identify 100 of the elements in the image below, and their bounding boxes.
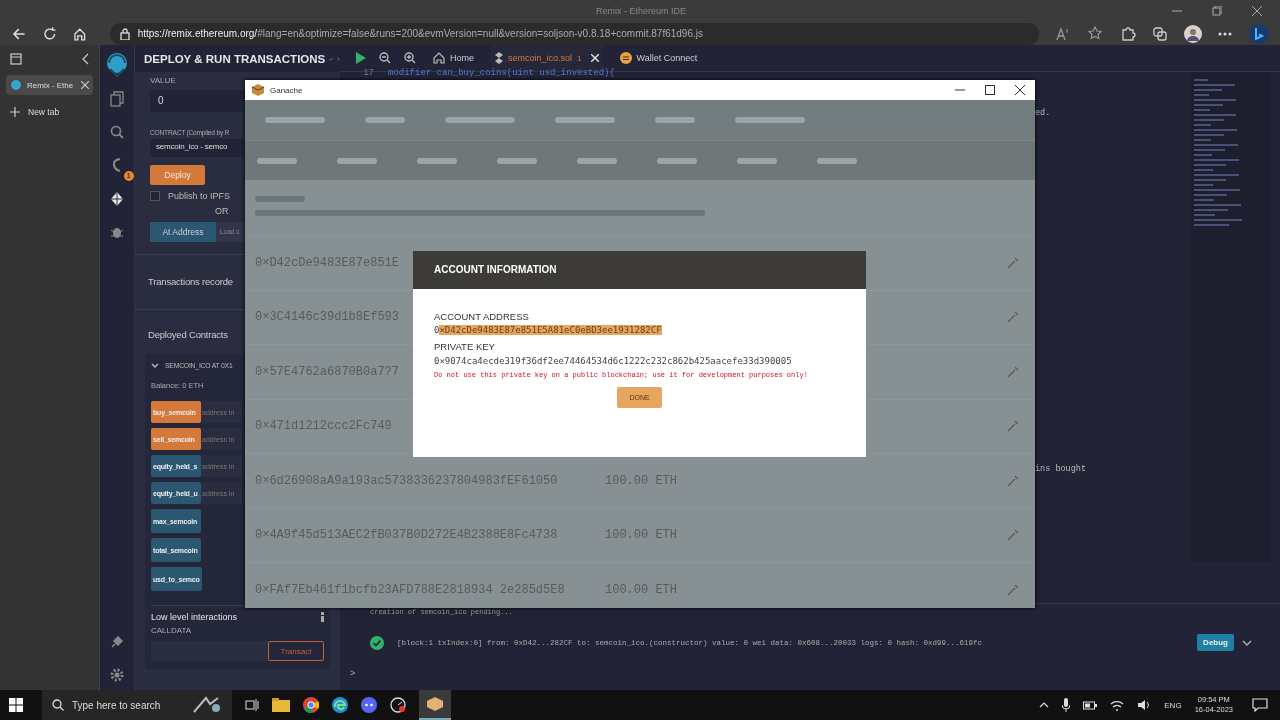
collapse-icon[interactable] <box>81 53 89 65</box>
blurred-text <box>257 157 297 164</box>
caret-icon[interactable] <box>151 362 159 369</box>
tab-actions-icon[interactable] <box>10 53 22 65</box>
browser-tab[interactable]: Remix - Ethe <box>6 75 93 95</box>
ganache-taskbar-button[interactable] <box>419 690 451 720</box>
blurred-text <box>365 117 405 123</box>
blurred-text <box>445 117 515 123</box>
contract-select[interactable]: semcoin_ico - semco <box>150 139 244 157</box>
checkbox-label: Publish to IPFS <box>168 191 231 201</box>
collections-icon[interactable] <box>1152 25 1168 42</box>
dialog-title: ACCOUNT INFORMATION <box>413 251 866 289</box>
close-icon[interactable] <box>1015 85 1025 95</box>
wifi-icon[interactable] <box>1110 699 1125 711</box>
field-label: PRIVATE KEY <box>434 341 495 352</box>
terminal-prompt[interactable]: > <box>350 669 1280 679</box>
reload-icon[interactable] <box>42 26 57 41</box>
maximize-icon[interactable] <box>985 85 995 95</box>
discord-icon[interactable] <box>361 697 377 713</box>
ganache-icon <box>252 84 264 96</box>
zoom-out-icon[interactable] <box>379 52 391 64</box>
task-view-icon[interactable] <box>245 698 259 712</box>
blurred-text <box>255 196 305 202</box>
notification-badge: 1 <box>123 171 134 181</box>
blurred-text <box>497 157 537 164</box>
lock-icon <box>119 27 130 40</box>
taskbar-search[interactable]: Type here to search <box>42 690 232 720</box>
home-icon <box>433 52 445 64</box>
blurred-text <box>265 117 325 123</box>
edge-icon[interactable] <box>332 697 348 713</box>
chevron-up-icon[interactable] <box>1039 702 1050 708</box>
blurred-text <box>657 157 697 164</box>
field-label: VALUE <box>150 76 176 85</box>
field-label: CALLDATA <box>151 626 192 635</box>
run-icon[interactable] <box>356 52 366 64</box>
or-label: OR <box>215 206 230 216</box>
blurred-text <box>735 117 805 123</box>
editor-tab[interactable]: Wallet Connect <box>615 45 702 71</box>
chrome-icon[interactable] <box>303 697 319 713</box>
avatar-icon[interactable] <box>1184 24 1202 43</box>
debug-button[interactable]: Debug <box>1197 634 1234 651</box>
section-title[interactable]: Transactions recorde <box>148 276 233 287</box>
transact-button[interactable]: Transact <box>268 641 324 661</box>
file-explorer-icon[interactable] <box>272 698 290 712</box>
debugger-icon[interactable] <box>110 225 124 239</box>
success-icon <box>370 635 384 650</box>
blurred-text <box>337 157 377 164</box>
app-icon[interactable] <box>390 697 406 713</box>
value-field[interactable]: 0 <box>150 90 244 112</box>
panel-title: DEPLOY & RUN TRANSACTIONS <box>144 52 326 65</box>
settings-icon[interactable] <box>110 668 124 682</box>
zoom-in-icon[interactable] <box>404 52 416 64</box>
expand-icon[interactable] <box>1242 639 1252 646</box>
at-address-button[interactable]: At Address <box>150 222 216 242</box>
deploy-icon[interactable] <box>109 191 125 207</box>
blurred-text <box>737 157 777 164</box>
search-icon[interactable] <box>110 125 124 139</box>
account-address: 0×D42cDe9483E87e851E5A81eC0eBD3ee1931282CF <box>434 325 662 335</box>
check-icon <box>329 54 334 63</box>
calldata-field[interactable] <box>151 641 268 661</box>
plus-icon <box>10 107 20 117</box>
remix-icon <box>10 79 22 91</box>
blurred-text <box>417 157 457 164</box>
solidity-icon <box>495 52 503 64</box>
info-icon[interactable] <box>321 612 324 622</box>
private-key: 0×9074ca4ecde319f36df2ee74464534d6c1222c232c862b425aacefe33d390005 <box>434 355 846 367</box>
restore-icon[interactable] <box>1212 6 1222 16</box>
ganache-icon <box>427 697 443 711</box>
volume-icon[interactable] <box>1137 699 1152 711</box>
windows-start-icon[interactable] <box>9 698 23 712</box>
files-icon[interactable] <box>110 91 124 107</box>
back-icon[interactable] <box>12 26 26 41</box>
address-bar[interactable]: https://remix.ethereum.org/#lang=en&optimize=false&runs=200&evmVersion=null&version=soljson-v0.8.18+commit.87f61d96.js <box>109 22 1039 45</box>
blurred-text <box>817 157 857 164</box>
section-title[interactable]: Deployed Contracts <box>148 329 228 340</box>
microphone-icon[interactable] <box>1062 698 1071 712</box>
search-art-icon <box>192 696 222 714</box>
more-icon[interactable] <box>1218 31 1232 36</box>
code-fragment: ins bought <box>1035 464 1086 474</box>
language-indicator[interactable]: ENG <box>1164 700 1182 710</box>
plugin-icon[interactable] <box>109 634 125 650</box>
extensions-icon[interactable] <box>1120 25 1136 42</box>
new-tab-button[interactable]: New tab <box>6 103 93 121</box>
window-title: Remix - Ethereum IDE <box>596 6 687 16</box>
checkbox[interactable] <box>150 191 160 201</box>
blurred-text <box>655 117 695 123</box>
home-icon[interactable] <box>73 26 87 41</box>
search-icon <box>52 699 64 711</box>
field-label: ACCOUNT ADDRESS <box>434 311 529 322</box>
blurred-text <box>577 157 617 164</box>
battery-icon[interactable] <box>1083 700 1098 710</box>
bing-icon[interactable] <box>1248 22 1270 45</box>
notifications-icon[interactable] <box>1252 698 1268 712</box>
code-line: modifier can_buy_coins(uint usd_invested){ <box>388 68 615 76</box>
line-number: 17 <box>362 68 374 76</box>
code-fragment: ed. <box>1035 108 1051 118</box>
section-title: Low level interactions <box>151 612 238 622</box>
favorite-icon[interactable] <box>1088 25 1104 42</box>
remix-logo-icon[interactable] <box>104 51 130 77</box>
wallet-connect-icon <box>619 52 632 64</box>
